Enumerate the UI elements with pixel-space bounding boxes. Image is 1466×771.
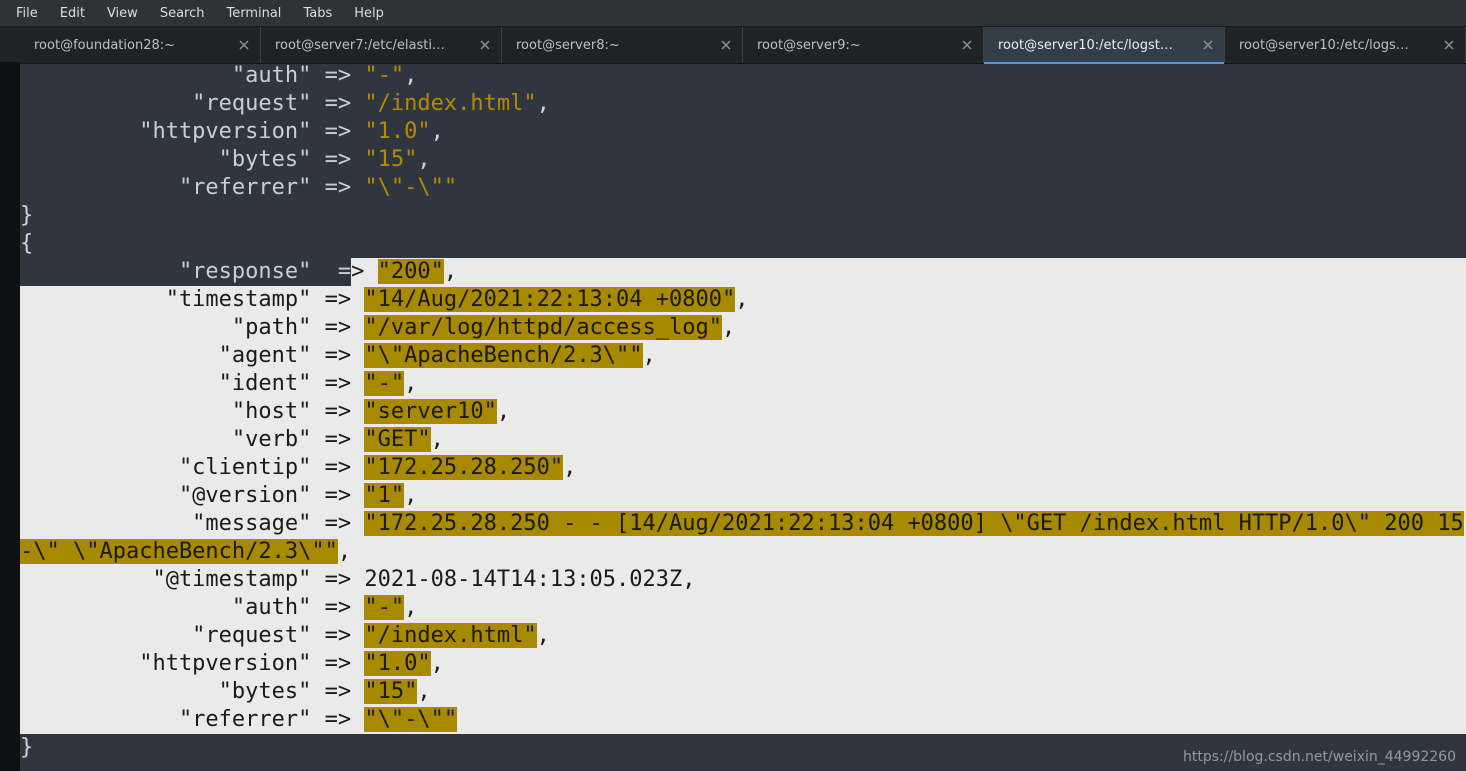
- tab-label: root@server9:~: [757, 38, 953, 53]
- menu-help[interactable]: Help: [344, 3, 394, 24]
- menu-view[interactable]: View: [97, 3, 148, 24]
- tab-server9[interactable]: root@server9:~: [743, 27, 984, 63]
- tabbar: root@foundation28:~ root@server7:/etc/el…: [0, 27, 1466, 64]
- tab-server10-logs[interactable]: root@server10:/etc/logs…: [1225, 27, 1466, 63]
- tab-server10-logstash[interactable]: root@server10:/etc/logst…: [984, 27, 1225, 63]
- tab-server7[interactable]: root@server7:/etc/elasti…: [261, 27, 502, 63]
- close-icon[interactable]: [959, 37, 975, 53]
- close-icon[interactable]: [236, 37, 252, 53]
- menu-file[interactable]: File: [6, 3, 48, 24]
- menu-edit[interactable]: Edit: [50, 3, 95, 24]
- scrollbar-track[interactable]: [0, 62, 20, 771]
- close-icon[interactable]: [477, 37, 493, 53]
- close-icon[interactable]: [1441, 37, 1457, 53]
- close-icon[interactable]: [1200, 37, 1216, 53]
- terminal-output[interactable]: "auth" => "-", "request" => "/index.html…: [20, 62, 1466, 771]
- menu-terminal[interactable]: Terminal: [216, 3, 291, 24]
- close-icon[interactable]: [718, 37, 734, 53]
- tab-label: root@server10:/etc/logs…: [1239, 38, 1435, 53]
- menu-tabs[interactable]: Tabs: [293, 3, 342, 24]
- tab-label: root@server10:/etc/logst…: [998, 38, 1194, 53]
- tab-label: root@foundation28:~: [34, 38, 230, 53]
- tab-label: root@server7:/etc/elasti…: [275, 38, 471, 53]
- tab-label: root@server8:~: [516, 38, 712, 53]
- tab-foundation28[interactable]: root@foundation28:~: [20, 27, 261, 63]
- tab-server8[interactable]: root@server8:~: [502, 27, 743, 63]
- menubar: File Edit View Search Terminal Tabs Help: [0, 0, 1466, 27]
- menu-search[interactable]: Search: [150, 3, 215, 24]
